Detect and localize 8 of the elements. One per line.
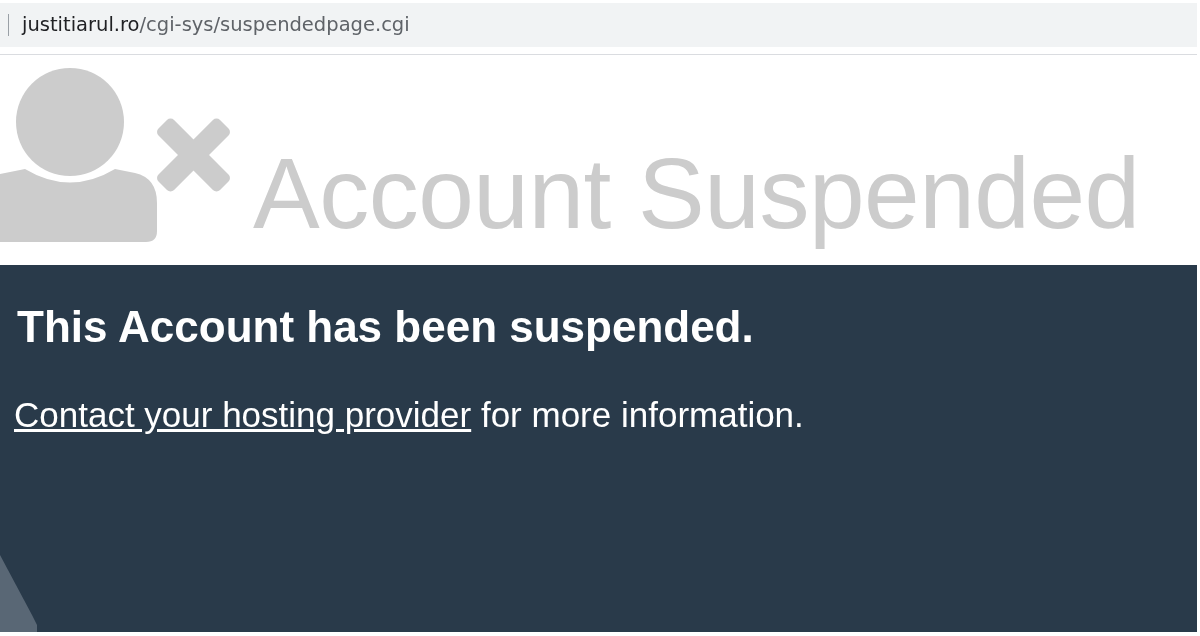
contact-link[interactable]: Contact your hosting provider xyxy=(14,394,472,434)
text-caret xyxy=(8,14,9,36)
info-text: Contact your hosting provider for more information. xyxy=(14,393,805,436)
url-text: justitiarul.ro/cgi-sys/suspendedpage.cgi xyxy=(22,12,410,38)
suspended-heading: This Account has been suspended. xyxy=(17,301,755,353)
person-icon xyxy=(0,68,157,242)
address-field[interactable]: justitiarul.ro/cgi-sys/suspendedpage.cgi xyxy=(0,3,1197,47)
corner-shape-icon xyxy=(0,555,37,632)
